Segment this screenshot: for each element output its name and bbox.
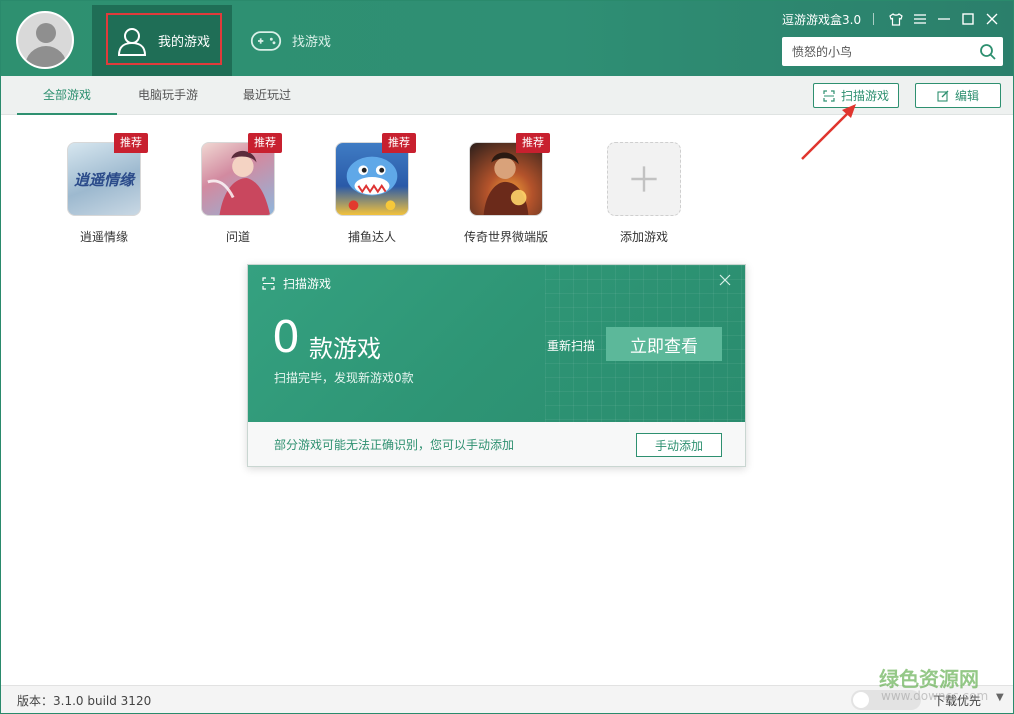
game-logo-text: 逍遥情缘 bbox=[73, 170, 134, 189]
scan-result-dialog: 扫描游戏 0 款游戏 扫描完毕，发现新游戏0款 重新扫描 立即查看 部分游戏可能… bbox=[247, 264, 746, 467]
tab-my-games[interactable]: 我的游戏 bbox=[92, 5, 232, 76]
recommend-badge: 推荐 bbox=[248, 133, 282, 153]
game-thumbnail[interactable]: 逍遥情缘 bbox=[67, 142, 141, 216]
add-game-tile[interactable] bbox=[607, 142, 681, 216]
close-button[interactable] bbox=[980, 9, 1004, 29]
game-art bbox=[207, 150, 271, 215]
game-name: 捕鱼达人 bbox=[347, 230, 396, 244]
subtab-all-games[interactable]: 全部游戏 bbox=[17, 76, 117, 115]
search-input[interactable] bbox=[782, 37, 972, 66]
search-box bbox=[782, 37, 1003, 66]
view-now-button[interactable]: 立即查看 bbox=[606, 327, 722, 361]
dialog-title: 扫描游戏 bbox=[262, 275, 331, 292]
plus-icon bbox=[631, 166, 657, 192]
manual-add-button[interactable]: 手动添加 bbox=[636, 433, 722, 457]
manual-add-hint: 部分游戏可能无法正确识别，您可以手动添加 bbox=[274, 438, 515, 452]
status-bar: 版本：3.1.0 build 3120 下载优先 ▼ bbox=[1, 685, 1013, 713]
dialog-footer: 部分游戏可能无法正确识别，您可以手动添加 手动添加 bbox=[248, 422, 745, 466]
game-name: 传奇世界微端版 bbox=[463, 230, 548, 244]
game-thumbnail[interactable] bbox=[469, 142, 543, 216]
edit-icon bbox=[937, 90, 949, 102]
skin-button[interactable] bbox=[884, 9, 908, 29]
scan-icon bbox=[823, 89, 835, 102]
menu-button[interactable] bbox=[908, 9, 932, 29]
search-icon[interactable] bbox=[979, 43, 997, 61]
maximize-icon bbox=[962, 13, 974, 25]
header-bar: 我的游戏 找游戏 逗游游戏盒3.0 bbox=[1, 1, 1013, 76]
highlight-box bbox=[106, 13, 222, 65]
app-window: 我的游戏 找游戏 逗游游戏盒3.0 愤怒的小鸟 全部游戏 电脑玩手游 最近玩过 … bbox=[0, 0, 1014, 714]
subtab-recently-played[interactable]: 最近玩过 bbox=[227, 76, 307, 115]
chevron-down-icon[interactable]: ▼ bbox=[996, 692, 1004, 703]
window-controls bbox=[873, 9, 1004, 29]
minimize-icon bbox=[938, 18, 950, 20]
game-item[interactable]: 推荐 传奇世界微端版 bbox=[451, 133, 561, 245]
edit-button[interactable]: 编辑 bbox=[915, 83, 1001, 108]
game-logo: 逍遥情缘 bbox=[68, 143, 140, 215]
game-thumbnail[interactable] bbox=[201, 142, 275, 216]
menu-icon bbox=[914, 14, 926, 24]
tab-find-games-label: 找游戏 bbox=[292, 35, 332, 50]
tab-find-games[interactable]: 找游戏 bbox=[232, 5, 362, 76]
watermark-text: 绿色资源网 bbox=[879, 667, 979, 691]
minimize-button[interactable] bbox=[932, 9, 956, 29]
subtab-pc-mobile-games[interactable]: 电脑玩手游 bbox=[123, 76, 213, 115]
scan-description: 扫描完毕，发现新游戏0款 bbox=[274, 371, 414, 385]
avatar-body bbox=[25, 46, 67, 67]
edit-label: 编辑 bbox=[954, 89, 979, 103]
scan-icon bbox=[262, 277, 275, 290]
toggle-knob bbox=[853, 692, 869, 708]
game-item[interactable]: 推荐 捕鱼达人 bbox=[317, 133, 427, 245]
scan-result-panel: 扫描游戏 0 款游戏 扫描完毕，发现新游戏0款 重新扫描 立即查看 bbox=[248, 265, 745, 422]
shirt-icon bbox=[889, 12, 903, 26]
game-art bbox=[483, 152, 529, 215]
version-text: 版本：3.1.0 build 3120 bbox=[17, 694, 152, 708]
game-thumbnail[interactable] bbox=[335, 142, 409, 216]
maximize-button[interactable] bbox=[956, 9, 980, 29]
game-name: 逍遥情缘 bbox=[79, 230, 128, 244]
avatar-head bbox=[36, 23, 56, 43]
close-icon bbox=[986, 13, 998, 25]
recommend-badge: 推荐 bbox=[516, 133, 550, 153]
rescan-link[interactable]: 重新扫描 bbox=[547, 337, 595, 354]
close-icon bbox=[719, 274, 731, 286]
gamepad-icon bbox=[250, 30, 282, 51]
dialog-title-label: 扫描游戏 bbox=[283, 277, 332, 291]
recommend-badge: 推荐 bbox=[382, 133, 416, 153]
dialog-close-icon[interactable] bbox=[719, 271, 731, 290]
game-item[interactable]: 推荐 逍遥情缘 逍遥情缘 bbox=[49, 133, 159, 245]
game-item[interactable]: 推荐 问道 bbox=[183, 133, 293, 245]
found-count: 0 bbox=[272, 312, 300, 363]
add-game-item[interactable]: 添加游戏 bbox=[589, 142, 699, 245]
recommend-badge: 推荐 bbox=[114, 133, 148, 153]
add-game-label: 添加游戏 bbox=[619, 230, 668, 244]
annotation-arrow bbox=[801, 104, 856, 160]
divider bbox=[873, 13, 874, 25]
app-title: 逗游游戏盒3.0 bbox=[782, 13, 862, 27]
found-count-unit: 款游戏 bbox=[309, 335, 381, 363]
watermark-url: www.downcc.com bbox=[881, 689, 989, 703]
avatar[interactable] bbox=[16, 11, 74, 69]
game-name: 问道 bbox=[225, 230, 250, 244]
game-art bbox=[346, 156, 398, 211]
